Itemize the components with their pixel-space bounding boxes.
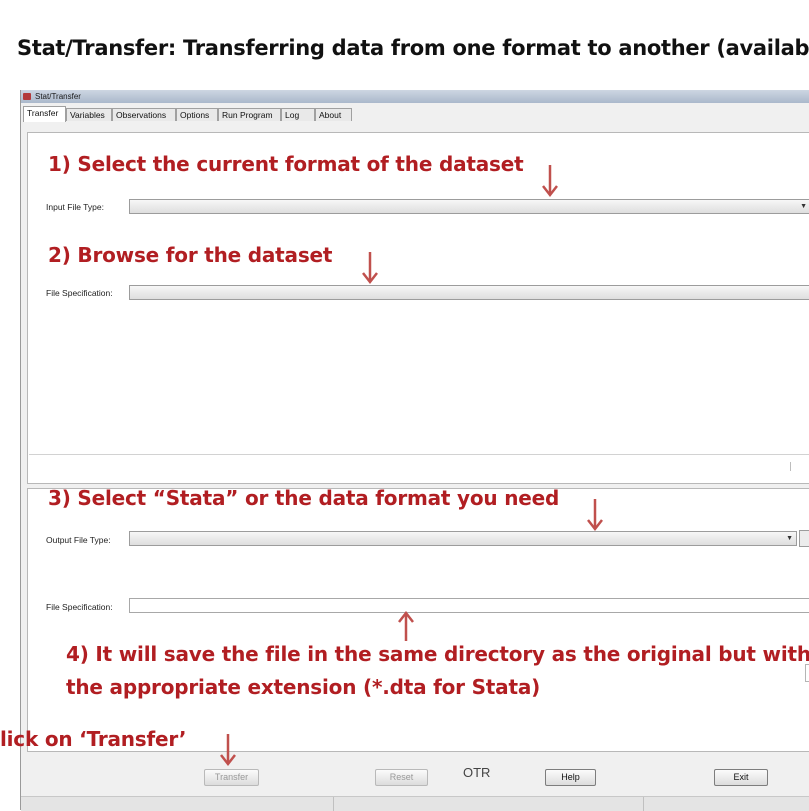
arrow-up-icon [398,611,414,641]
step4-annotation-line1: 4) It will save the file in the same dir… [66,642,809,666]
tab-bar: Transfer Variables Observations Options … [21,106,809,122]
input-file-type-label: Input File Type: [46,202,104,212]
step4-annotation-line2: the appropriate extension (*.dta for Sta… [66,675,541,699]
window-titlebar: Stat/Transfer [21,90,809,103]
step5-annotation: lick on ‘Transfer’ [0,727,187,751]
help-button[interactable]: Help [545,769,596,786]
status-bar [21,796,809,811]
tab-options[interactable]: Options [176,108,218,121]
output-file-spec-input[interactable] [129,598,809,613]
output-file-type-label: Output File Type: [46,535,111,545]
output-file-type-select[interactable]: ▼ [129,531,797,546]
stat-transfer-window: Stat/Transfer Transfer Variables Observa… [20,90,809,811]
tab-transfer[interactable]: Transfer [23,106,66,122]
reset-button[interactable]: Reset [375,769,428,786]
transfer-button[interactable]: Transfer [204,769,259,786]
step1-annotation: 1) Select the current format of the data… [48,152,524,176]
chevron-down-icon: ▼ [786,535,793,542]
arrow-down-icon [587,499,603,532]
window-title: Stat/Transfer [35,92,81,101]
app-icon [23,93,31,100]
status-divider [29,454,809,455]
tab-observations[interactable]: Observations [112,108,176,121]
output-panel [27,488,809,752]
output-file-spec-label: File Specification: [46,602,113,612]
chevron-down-icon: ▼ [800,203,807,210]
arrow-down-icon [220,734,236,767]
status-tick [790,462,791,471]
output-side-box [805,664,809,682]
input-panel [27,132,809,484]
exit-button[interactable]: Exit [714,769,768,786]
tab-about[interactable]: About [315,108,352,121]
tab-log[interactable]: Log [281,108,315,121]
status-separator [333,797,334,811]
slide-title: Stat/Transfer: Transferring data from on… [17,36,809,60]
output-options-button[interactable] [799,530,809,547]
tab-run-program[interactable]: Run Program [218,108,281,121]
step2-annotation: 2) Browse for the dataset [48,243,333,267]
status-separator [643,797,644,811]
input-file-type-select[interactable]: ▼ [129,199,809,214]
arrow-down-icon [542,165,558,198]
otr-label: OTR [463,765,491,780]
input-file-spec-field[interactable] [129,285,809,300]
step3-annotation: 3) Select “Stata” or the data format you… [48,486,560,510]
tab-variables[interactable]: Variables [66,108,112,121]
arrow-down-icon [362,252,378,285]
input-file-spec-label: File Specification: [46,288,113,298]
